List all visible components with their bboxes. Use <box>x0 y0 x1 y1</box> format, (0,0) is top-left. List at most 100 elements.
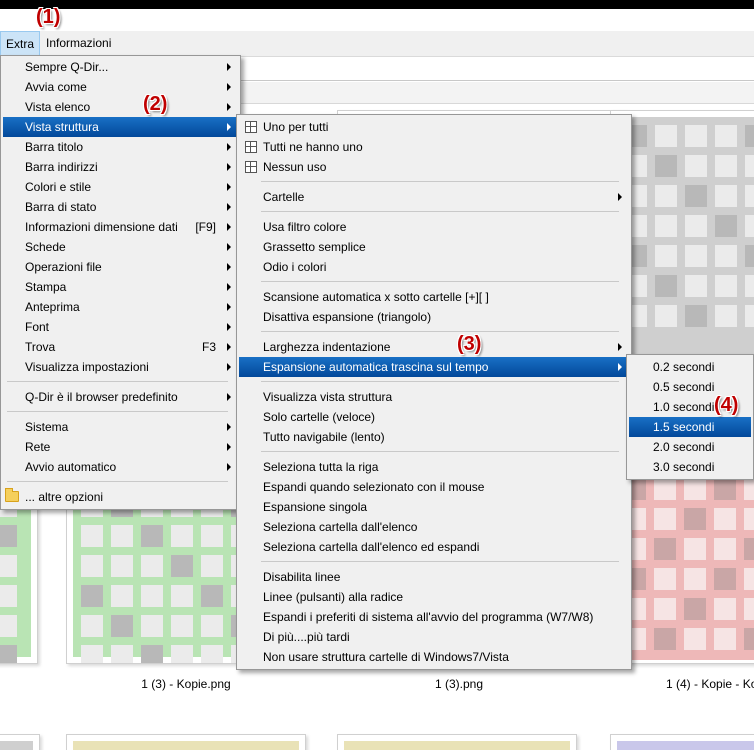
menu-item-label: 2.0 secondi <box>653 440 715 454</box>
struttura-item-espandi-i-preferiti-di-sistema-all-avvio-del-programma-w7-w8[interactable]: Espandi i preferiti di sistema all'avvio… <box>239 607 629 627</box>
menu-separator <box>7 481 228 482</box>
menu-item-label: Operazioni file <box>25 260 102 274</box>
struttura-item-seleziona-tutta-la-riga[interactable]: Seleziona tutta la riga <box>239 457 629 477</box>
struttura-item-espandi-quando-selezionato-con-il-mouse[interactable]: Espandi quando selezionato con il mouse <box>239 477 629 497</box>
menu-item-label: 1.5 secondi <box>653 420 715 434</box>
struttura-item-linee-pulsanti-alla-radice[interactable]: Linee (pulsanti) alla radice <box>239 587 629 607</box>
espansione-tempo-submenu: 0.2 secondi 0.5 secondi 1.0 secondi 1.5 sec… <box>626 354 754 480</box>
extra-item-altre-opzioni[interactable]: ... altre opzioni <box>3 487 238 507</box>
menu-item-label: Seleziona tutta la riga <box>263 460 379 474</box>
menu-item-label: Tutto navigabile (lento) <box>263 430 385 444</box>
chevron-right-icon <box>224 457 234 477</box>
struttura-item-espansione-singola[interactable]: Espansione singola <box>239 497 629 517</box>
extra-item-rete[interactable]: Rete <box>3 437 238 457</box>
struttura-item-cartelle[interactable]: Cartelle <box>239 187 629 207</box>
extra-item-stampa[interactable]: Stampa <box>3 277 238 297</box>
thumbnail-bottom-2[interactable] <box>337 734 577 750</box>
extra-item-schede[interactable]: Schede <box>3 237 238 257</box>
thumbnail-bottom-3[interactable] <box>610 734 754 750</box>
tempo-item-0-2-secondi[interactable]: 0.2 secondi <box>629 357 751 377</box>
menu-extra[interactable]: Extra <box>0 31 41 56</box>
struttura-item-seleziona-cartella-dall-elenco[interactable]: Seleziona cartella dall'elenco <box>239 517 629 537</box>
chevron-right-icon <box>615 337 625 357</box>
chevron-right-icon <box>224 57 234 77</box>
extra-item-vista-struttura[interactable]: Vista struttura <box>3 117 238 137</box>
tempo-item-3-0-secondi[interactable]: 3.0 secondi <box>629 457 751 477</box>
chevron-right-icon <box>224 357 234 377</box>
menu-informazioni[interactable]: Informazioni <box>41 31 116 56</box>
menu-item-shortcut: [F9] <box>195 220 216 234</box>
grid-icon <box>245 141 257 153</box>
struttura-item-scansione-automatica-x-sotto-cartelle[interactable]: Scansione automatica x sotto cartelle [+… <box>239 287 629 307</box>
menu-item-label: Avvio automatico <box>25 460 117 474</box>
extra-item-operazioni-file[interactable]: Operazioni file <box>3 257 238 277</box>
thumbnail-bottom-0[interactable] <box>0 734 40 750</box>
menu-item-label: Disattiva espansione (triangolo) <box>263 310 432 324</box>
extra-item-colori-e-stile[interactable]: Colori e stile <box>3 177 238 197</box>
menu-item-label: Seleziona cartella dall'elenco ed espand… <box>263 540 480 554</box>
struttura-item-grassetto-semplice[interactable]: Grassetto semplice <box>239 237 629 257</box>
menu-item-label: 3.0 secondi <box>653 460 715 474</box>
struttura-item-non-usare-struttura-cartelle-di-windows7-vista[interactable]: Non usare struttura cartelle di Windows7… <box>239 647 629 667</box>
chevron-right-icon <box>615 187 625 207</box>
struttura-item-nessun-uso[interactable]: Nessun uso <box>239 157 629 177</box>
chevron-right-icon <box>224 117 234 137</box>
extra-item-sistema[interactable]: Sistema <box>3 417 238 437</box>
chevron-right-icon <box>224 437 234 457</box>
menu-item-label: Espandi i preferiti di sistema all'avvio… <box>263 610 594 624</box>
struttura-item-seleziona-cartella-dall-elenco-ed-espandi[interactable]: Seleziona cartella dall'elenco ed espand… <box>239 537 629 557</box>
extra-item-avvia-come[interactable]: Avvia come <box>3 77 238 97</box>
extra-item-q-dir-il-browser-predefinito[interactable]: Q-Dir è il browser predefinito <box>3 387 238 407</box>
extra-item-barra-di-stato[interactable]: Barra di stato <box>3 197 238 217</box>
menu-item-label: Colori e stile <box>25 180 92 194</box>
menu-item-label: Barra titolo <box>25 140 84 154</box>
menu-item-label: Rete <box>25 440 51 454</box>
vista-struttura-submenu: Uno per tutti Tutti ne hanno uno Nessun us… <box>236 114 632 670</box>
tempo-item-2-0-secondi[interactable]: 2.0 secondi <box>629 437 751 457</box>
extra-item-visualizza-impostazioni[interactable]: Visualizza impostazioni <box>3 357 238 377</box>
chevron-right-icon <box>224 137 234 157</box>
struttura-item-usa-filtro-colore[interactable]: Usa filtro colore <box>239 217 629 237</box>
struttura-item-tutto-navigabile-lento[interactable]: Tutto navigabile (lento) <box>239 427 629 447</box>
thumbnail-caption: 1 (3) - Kopie.png <box>141 677 231 691</box>
extra-item-vista-elenco[interactable]: Vista elenco <box>3 97 238 117</box>
menu-item-label: Linee (pulsanti) alla radice <box>263 590 404 604</box>
menu-item-label: Espandi quando selezionato con il mouse <box>263 480 485 494</box>
menu-separator <box>261 451 619 452</box>
struttura-item-solo-cartelle-veloce[interactable]: Solo cartelle (veloce) <box>239 407 629 427</box>
chevron-right-icon <box>224 197 234 217</box>
thumbnail-caption: 1 (4) - Kopie - Ko <box>666 677 754 691</box>
struttura-item-disabilita-linee[interactable]: Disabilita linee <box>239 567 629 587</box>
extra-item-barra-titolo[interactable]: Barra titolo <box>3 137 238 157</box>
struttura-item-visualizza-vista-struttura[interactable]: Visualizza vista struttura <box>239 387 629 407</box>
struttura-item-tutti-ne-hanno-uno[interactable]: Tutti ne hanno uno <box>239 137 629 157</box>
extra-item-anteprima[interactable]: Anteprima <box>3 297 238 317</box>
struttura-item-uno-per-tutti[interactable]: Uno per tutti <box>239 117 629 137</box>
struttura-item-espansione-automatica-trascina-sul-tempo[interactable]: Espansione automatica trascina sul tempo <box>239 357 629 377</box>
extra-item-avvio-automatico[interactable]: Avvio automatico <box>3 457 238 477</box>
menu-item-label: Trova <box>25 340 56 354</box>
struttura-item-larghezza-indentazione[interactable]: Larghezza indentazione <box>239 337 629 357</box>
extra-item-trova[interactable]: Trova F3 <box>3 337 238 357</box>
extra-item-informazioni-dimensione-dati[interactable]: Informazioni dimensione dati [F9] <box>3 217 238 237</box>
chevron-right-icon <box>224 217 234 237</box>
menu-item-label: Usa filtro colore <box>263 220 347 234</box>
chevron-right-icon <box>224 177 234 197</box>
struttura-item-di-pi-pi-tardi[interactable]: Di più....più tardi <box>239 627 629 647</box>
thumbnail-bottom-1[interactable] <box>66 734 306 750</box>
menu-item-label: Schede <box>25 240 66 254</box>
tempo-item-1-5-secondi[interactable]: 1.5 secondi <box>629 417 751 437</box>
chevron-right-icon <box>224 337 234 357</box>
extra-item-sempre-q-dir[interactable]: Sempre Q-Dir... <box>3 57 238 77</box>
folder-icon <box>5 488 19 502</box>
menu-item-label: 0.2 secondi <box>653 360 715 374</box>
menu-item-label: Nessun uso <box>263 160 327 174</box>
menu-separator <box>261 331 619 332</box>
extra-item-barra-indirizzi[interactable]: Barra indirizzi <box>3 157 238 177</box>
annotation-1: (1) <box>36 6 61 28</box>
extra-item-font[interactable]: Font <box>3 317 238 337</box>
struttura-item-odio-i-colori[interactable]: Odio i colori <box>239 257 629 277</box>
menu-item-label: Uno per tutti <box>263 120 329 134</box>
struttura-item-disattiva-espansione-triangolo[interactable]: Disattiva espansione (triangolo) <box>239 307 629 327</box>
address-bar[interactable] <box>238 57 754 81</box>
